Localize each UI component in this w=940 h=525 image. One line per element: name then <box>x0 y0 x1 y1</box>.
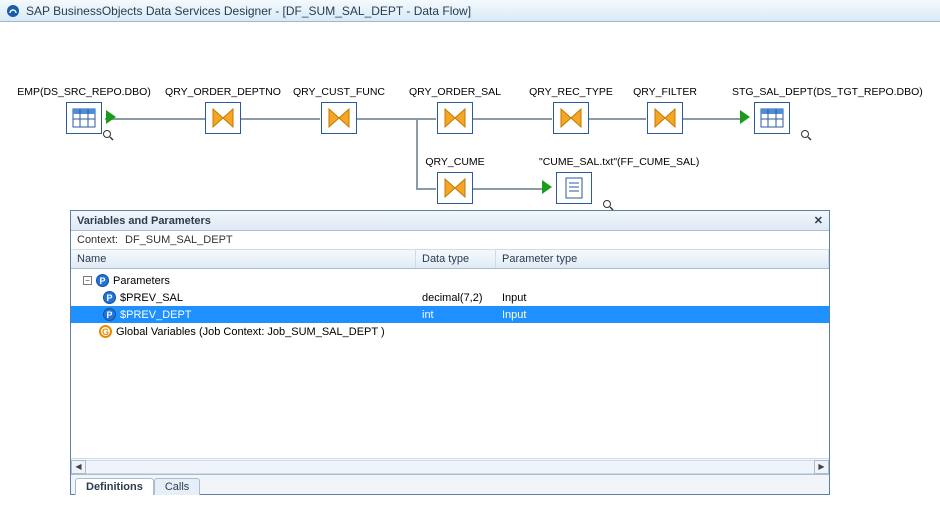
parameter-icon: P <box>103 308 116 321</box>
app-logo-icon <box>6 4 20 18</box>
scroll-left-icon[interactable]: ◀ <box>71 460 86 474</box>
query-icon <box>647 102 683 134</box>
magnify-icon[interactable] <box>102 129 114 144</box>
titlebar: SAP BusinessObjects Data Services Design… <box>0 0 940 22</box>
dataflow-canvas[interactable]: EMP(DS_SRC_REPO.DBO) QRY_ORDER_DEPTNO QR… <box>0 22 940 212</box>
query-icon <box>553 102 589 134</box>
panel-tabs: Definitions Calls <box>71 474 829 494</box>
param-type: decimal(7,2) <box>416 292 496 304</box>
tab-definitions[interactable]: Definitions <box>75 478 154 495</box>
horizontal-scrollbar[interactable]: ◀ ▶ <box>71 458 829 474</box>
node-qry-order-deptno[interactable]: QRY_ORDER_DEPTNO <box>205 102 241 134</box>
query-icon <box>437 102 473 134</box>
node-label: QRY_CUST_FUNC <box>293 86 385 98</box>
tree-label: Global Variables (Job Context: Job_SUM_S… <box>116 326 385 338</box>
parameter-group-icon: P <box>96 274 109 287</box>
table-icon <box>754 102 790 134</box>
param-tree[interactable]: − P Parameters P $PREV_SAL decimal(7,2) … <box>71 269 829 458</box>
node-qry-cume[interactable]: QRY_CUME <box>437 172 473 204</box>
magnify-icon[interactable] <box>800 129 812 144</box>
node-qry-cust-func[interactable]: QRY_CUST_FUNC <box>321 102 357 134</box>
query-icon <box>321 102 357 134</box>
param-name: $PREV_SAL <box>120 292 183 304</box>
param-name: $PREV_DEPT <box>120 309 192 321</box>
scroll-right-icon[interactable]: ▶ <box>814 460 829 474</box>
window-title: SAP BusinessObjects Data Services Design… <box>26 4 471 18</box>
node-label: QRY_ORDER_SAL <box>409 86 501 98</box>
col-name[interactable]: Name <box>71 250 416 268</box>
node-flatfile-target[interactable]: "CUME_SAL.txt"(FF_CUME_SAL) <box>544 172 592 204</box>
param-type: int <box>416 309 496 321</box>
panel-title: Variables and Parameters <box>77 215 211 227</box>
node-qry-filter[interactable]: QRY_FILTER <box>647 102 683 134</box>
node-qry-order-sal[interactable]: QRY_ORDER_SAL <box>437 102 473 134</box>
context-row: Context: DF_SUM_SAL_DEPT <box>71 231 829 250</box>
node-source-table[interactable]: EMP(DS_SRC_REPO.DBO) <box>66 102 102 134</box>
file-icon <box>556 172 592 204</box>
play-icon <box>740 110 750 127</box>
param-row[interactable]: P $PREV_DEPT int Input <box>71 306 829 323</box>
tree-label: Parameters <box>113 275 170 287</box>
query-icon <box>437 172 473 204</box>
node-label: QRY_REC_TYPE <box>529 86 613 98</box>
variables-panel: Variables and Parameters ✕ Context: DF_S… <box>70 210 830 495</box>
close-icon[interactable]: ✕ <box>814 214 823 227</box>
collapse-icon[interactable]: − <box>83 276 92 285</box>
tree-node-globals[interactable]: G Global Variables (Job Context: Job_SUM… <box>71 323 829 340</box>
table-icon <box>66 102 102 134</box>
play-icon <box>106 110 116 127</box>
node-label: "CUME_SAL.txt"(FF_CUME_SAL) <box>539 156 699 168</box>
node-target-table[interactable]: STG_SAL_DEPT(DS_TGT_REPO.DBO) <box>742 102 790 134</box>
node-label: STG_SAL_DEPT(DS_TGT_REPO.DBO) <box>732 86 923 98</box>
node-qry-rec-type[interactable]: QRY_REC_TYPE <box>553 102 589 134</box>
node-label: QRY_FILTER <box>633 86 697 98</box>
globals-icon: G <box>99 325 112 338</box>
node-label: QRY_ORDER_DEPTNO <box>165 86 281 98</box>
node-label: EMP(DS_SRC_REPO.DBO) <box>17 86 151 98</box>
context-label: Context: <box>77 234 118 246</box>
param-ptype: Input <box>496 309 829 321</box>
play-icon <box>542 180 552 197</box>
node-label: QRY_CUME <box>425 156 484 168</box>
context-value: DF_SUM_SAL_DEPT <box>125 234 233 246</box>
panel-header[interactable]: Variables and Parameters ✕ <box>71 211 829 231</box>
scroll-track[interactable] <box>86 460 814 474</box>
tree-node-parameters[interactable]: − P Parameters <box>71 272 829 289</box>
grid-header: Name Data type Parameter type <box>71 250 829 269</box>
query-icon <box>205 102 241 134</box>
param-ptype: Input <box>496 292 829 304</box>
col-paramtype[interactable]: Parameter type <box>496 250 829 268</box>
param-row[interactable]: P $PREV_SAL decimal(7,2) Input <box>71 289 829 306</box>
parameter-icon: P <box>103 291 116 304</box>
tab-calls[interactable]: Calls <box>154 478 200 495</box>
col-datatype[interactable]: Data type <box>416 250 496 268</box>
